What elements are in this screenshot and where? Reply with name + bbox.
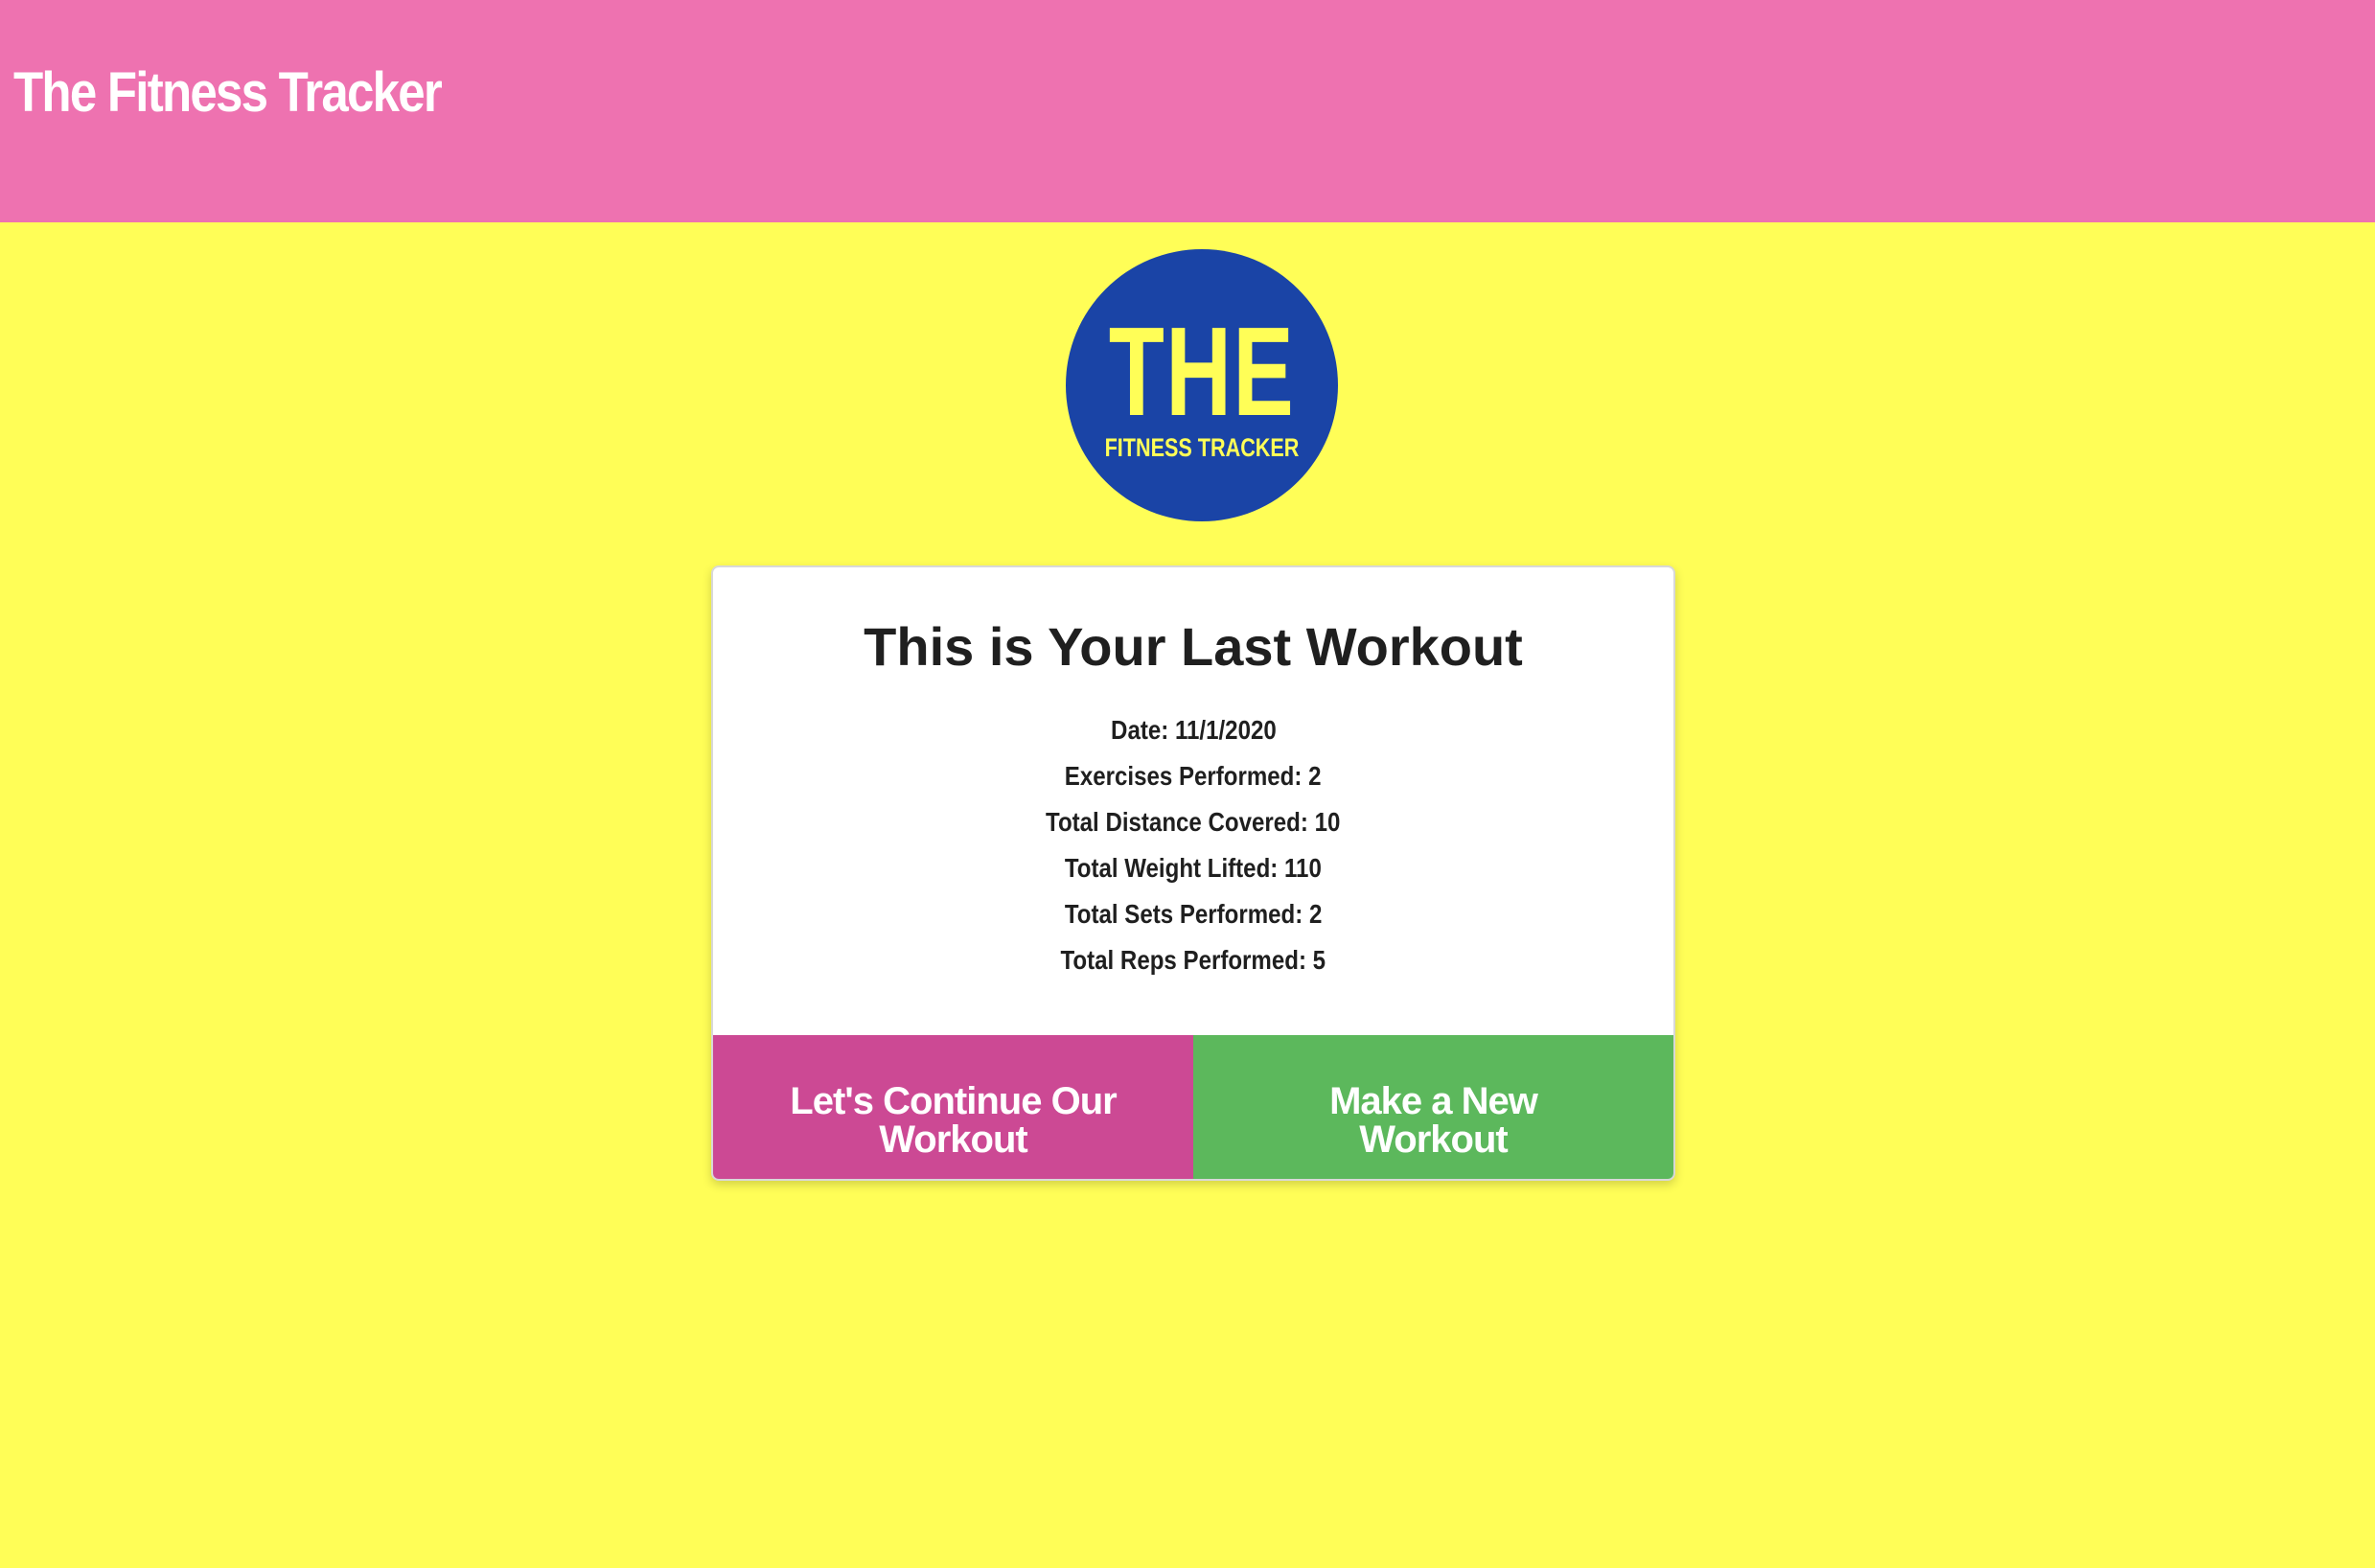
card-title: This is Your Last Workout [864,616,1523,677]
app-logo: THE FITNESS TRACKER [1066,249,1338,521]
top-header: The Fitness Tracker [0,0,2375,222]
stat-sets-text: Total Sets Performed: 2 [1064,899,1323,929]
stat-distance-text: Total Distance Covered: 10 [1046,807,1341,837]
card-actions: Let's Continue Our Workout Make a New Wo… [713,1035,1673,1179]
logo-sub-text: FITNESS TRACKER [1104,433,1300,462]
stat-sets: Total Sets Performed: 2 [713,891,1673,937]
app-title: The Fitness Tracker [13,61,443,124]
stat-date-text: Date: 11/1/2020 [1110,715,1277,745]
logo-main-text: THE [1108,301,1296,442]
continue-workout-button[interactable]: Let's Continue Our Workout [713,1035,1193,1179]
stat-date: Date: 11/1/2020 [713,707,1673,753]
stat-distance: Total Distance Covered: 10 [713,799,1673,845]
stat-weight: Total Weight Lifted: 110 [713,845,1673,891]
stat-exercises: Exercises Performed: 2 [713,753,1673,799]
stat-reps: Total Reps Performed: 5 [713,937,1673,983]
stat-exercises-text: Exercises Performed: 2 [1065,761,1322,791]
last-workout-card: This is Your Last Workout Date: 11/1/202… [711,565,1675,1181]
workout-stats-list: Date: 11/1/2020 Exercises Performed: 2 T… [713,707,1673,983]
stat-weight-text: Total Weight Lifted: 110 [1064,853,1323,883]
stat-reps-text: Total Reps Performed: 5 [1060,945,1326,975]
new-workout-button[interactable]: Make a New Workout [1193,1035,1673,1179]
